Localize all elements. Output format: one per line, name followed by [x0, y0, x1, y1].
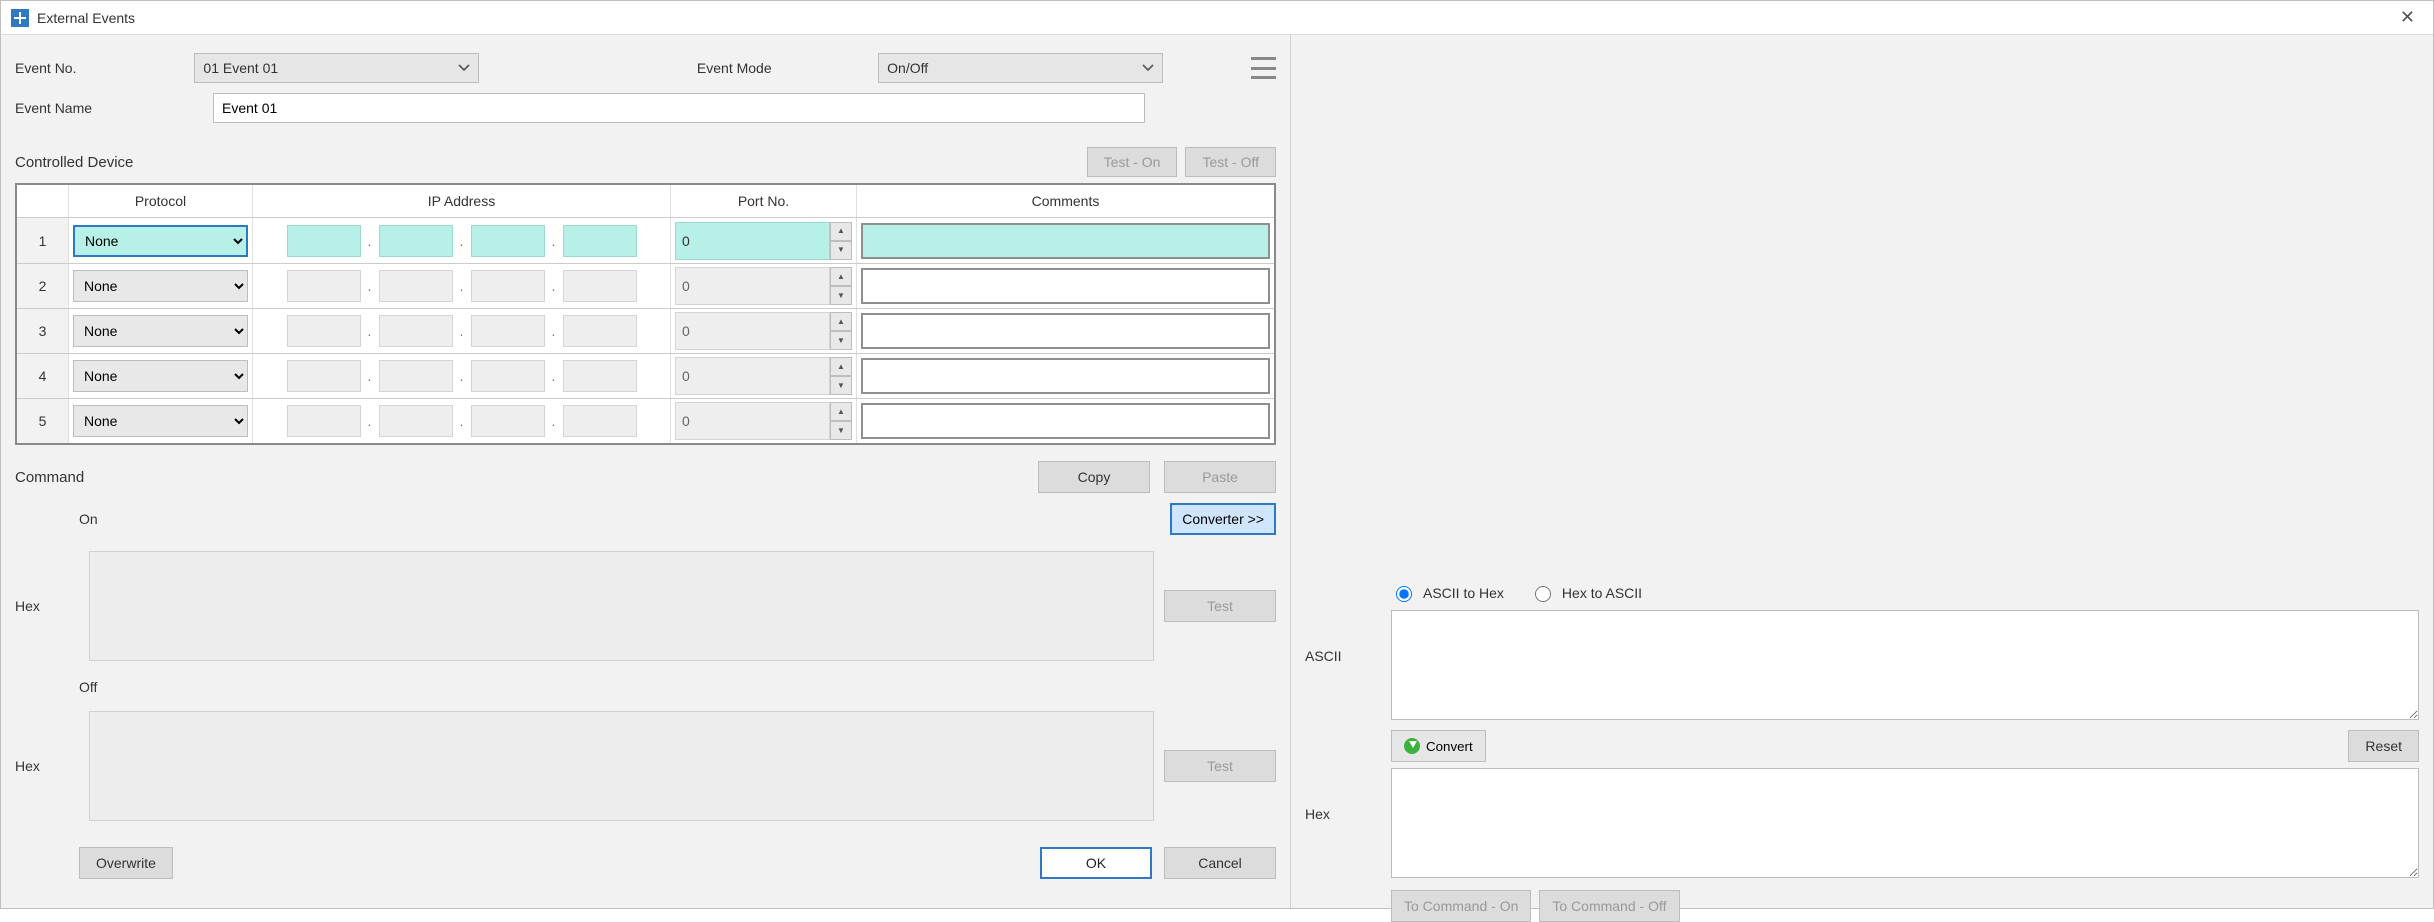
row-number: 4 [17, 354, 69, 398]
test-on-button[interactable]: Test - On [1087, 147, 1178, 177]
titlebar: External Events ✕ [1, 1, 2433, 35]
table-row[interactable]: 4None... 0▲▼ [17, 353, 1274, 398]
external-events-window: External Events ✕ Event No. 01 Event 01 … [0, 0, 2434, 909]
event-no-label: Event No. [15, 60, 194, 76]
hex-on-label: Hex [15, 598, 79, 614]
command-label: Command [15, 469, 84, 486]
event-no-select[interactable]: 01 Event 01 [194, 53, 478, 83]
chevron-down-icon [1142, 64, 1154, 72]
event-name-label: Event Name [15, 100, 213, 116]
hex-off-textarea[interactable] [89, 711, 1154, 821]
event-mode-label: Event Mode [697, 60, 878, 76]
chevron-down-icon [458, 64, 470, 72]
row-number: 3 [17, 309, 69, 353]
comments-input[interactable] [861, 358, 1270, 394]
ascii-to-hex-radio[interactable]: ASCII to Hex [1391, 583, 1504, 602]
port-value[interactable]: 0 [675, 267, 830, 305]
port-value[interactable]: 0 [675, 402, 830, 440]
comments-input[interactable] [861, 403, 1270, 439]
comments-input[interactable] [861, 223, 1270, 259]
convert-button[interactable]: Convert [1391, 730, 1486, 762]
port-spinner[interactable]: ▲▼ [830, 222, 852, 260]
on-label: On [79, 511, 139, 527]
event-mode-select[interactable]: On/Off [878, 53, 1162, 83]
hex-conv-textarea[interactable] [1391, 768, 2419, 878]
off-label: Off [79, 679, 139, 695]
port-spinner[interactable]: ▲▼ [830, 402, 852, 440]
ascii-textarea[interactable] [1391, 610, 2419, 720]
ok-button[interactable]: OK [1040, 847, 1152, 879]
hex-on-textarea[interactable] [89, 551, 1154, 661]
ascii-label: ASCII [1305, 610, 1375, 664]
to-command-on-button[interactable]: To Command - On [1391, 890, 1531, 922]
row-number: 5 [17, 399, 69, 443]
col-protocol: Protocol [69, 185, 253, 217]
ip-address-input[interactable]: ... [257, 405, 666, 437]
event-name-input[interactable] [213, 93, 1145, 123]
app-icon [11, 9, 29, 27]
col-port: Port No. [671, 185, 857, 217]
event-mode-value: On/Off [887, 60, 928, 76]
protocol-select[interactable]: None [73, 315, 248, 347]
close-icon[interactable]: ✕ [2392, 3, 2423, 32]
hex-off-label: Hex [15, 758, 79, 774]
event-no-value: 01 Event 01 [203, 60, 278, 76]
cancel-button[interactable]: Cancel [1164, 847, 1276, 879]
port-value[interactable]: 0 [675, 357, 830, 395]
test-on-hex-button[interactable]: Test [1164, 590, 1276, 622]
window-title: External Events [37, 10, 135, 26]
ip-address-input[interactable]: ... [257, 360, 666, 392]
row-number: 2 [17, 264, 69, 308]
paste-button[interactable]: Paste [1164, 461, 1276, 493]
comments-input[interactable] [861, 268, 1270, 304]
port-spinner[interactable]: ▲▼ [830, 312, 852, 350]
copy-button[interactable]: Copy [1038, 461, 1150, 493]
protocol-select[interactable]: None [73, 360, 248, 392]
hex-to-ascii-radio[interactable]: Hex to ASCII [1530, 583, 1642, 602]
table-row[interactable]: 2None... 0▲▼ [17, 263, 1274, 308]
col-comments: Comments [857, 185, 1274, 217]
protocol-select[interactable]: None [73, 405, 248, 437]
row-number: 1 [17, 218, 69, 263]
right-pane: ASCII to Hex Hex to ASCII ASCII Convert [1291, 35, 2433, 908]
hamburger-icon[interactable] [1251, 57, 1276, 79]
test-off-hex-button[interactable]: Test [1164, 750, 1276, 782]
protocol-select[interactable]: None [73, 225, 248, 257]
test-off-button[interactable]: Test - Off [1185, 147, 1276, 177]
device-table: Protocol IP Address Port No. Comments 1N… [15, 183, 1276, 445]
ip-address-input[interactable]: ... [257, 315, 666, 347]
comments-input[interactable] [861, 313, 1270, 349]
left-pane: Event No. 01 Event 01 Event Mode On/Off … [1, 35, 1291, 908]
ip-address-input[interactable]: ... [257, 270, 666, 302]
port-value[interactable]: 0 [675, 312, 830, 350]
reset-button[interactable]: Reset [2348, 730, 2419, 762]
col-ip: IP Address [253, 185, 671, 217]
table-row[interactable]: 3None... 0▲▼ [17, 308, 1274, 353]
converter-button[interactable]: Converter >> [1170, 503, 1276, 535]
overwrite-button[interactable]: Overwrite [79, 847, 173, 879]
controlled-device-label: Controlled Device [15, 154, 133, 171]
hex-conv-label: Hex [1305, 768, 1375, 822]
table-row[interactable]: 1None... 0▲▼ [17, 218, 1274, 263]
port-spinner[interactable]: ▲▼ [830, 357, 852, 395]
ip-address-input[interactable]: ... [257, 225, 666, 257]
protocol-select[interactable]: None [73, 270, 248, 302]
port-spinner[interactable]: ▲▼ [830, 267, 852, 305]
convert-icon [1404, 738, 1420, 754]
to-command-off-button[interactable]: To Command - Off [1539, 890, 1679, 922]
port-value[interactable]: 0 [675, 222, 830, 260]
table-row[interactable]: 5None... 0▲▼ [17, 398, 1274, 443]
